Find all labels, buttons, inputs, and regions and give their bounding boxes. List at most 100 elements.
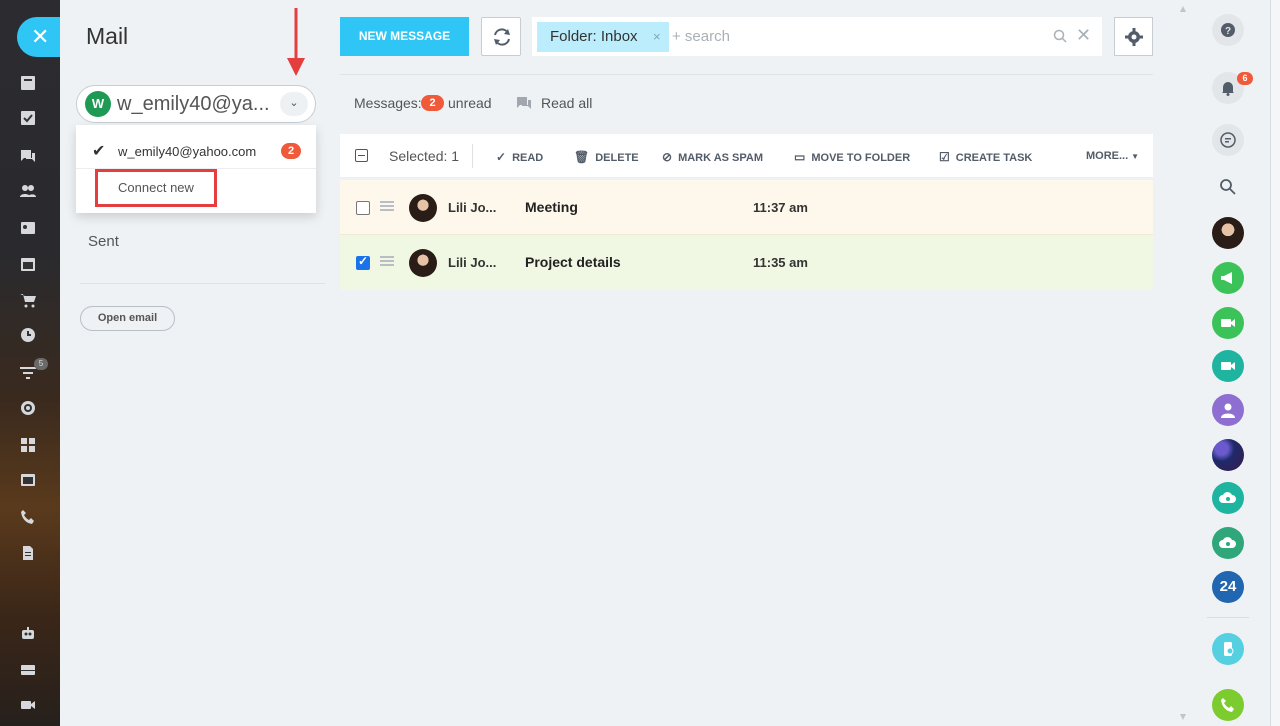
refresh-icon (494, 28, 510, 46)
users-icon[interactable] (20, 183, 36, 199)
messenger-icon[interactable] (1212, 124, 1244, 156)
video-conference-icon[interactable] (1212, 350, 1244, 382)
phone-icon[interactable] (20, 509, 36, 525)
move-to-folder-action[interactable]: ▭ MOVE TO FOLDER (794, 150, 910, 164)
deselect-all-checkbox[interactable] (355, 149, 368, 162)
group-avatar[interactable] (1212, 439, 1244, 471)
block-icon: ⊘ (662, 150, 673, 164)
action-bar: Selected: 1 ✓ READ 🗑 DELETE ⊘ MARK AS SPAM … (340, 134, 1153, 178)
row-checkbox[interactable] (356, 201, 370, 215)
filter-badge: 5 (34, 358, 48, 370)
sync-button[interactable] (481, 17, 521, 56)
video-call-icon[interactable] (1212, 307, 1244, 339)
notification-badge: 6 (1237, 72, 1253, 85)
caret-down-icon: ▼ (1131, 152, 1140, 161)
divider (340, 74, 1153, 75)
account-selector[interactable]: W w_emily40@ya... ⌄ (76, 85, 316, 123)
clear-search-icon[interactable]: ✕ (1076, 25, 1091, 46)
svg-text:?: ? (1225, 26, 1231, 37)
unread-badge: 2 (281, 143, 301, 159)
robot-icon[interactable] (20, 625, 36, 641)
calendar-icon[interactable] (20, 256, 36, 272)
account-avatar: W (85, 91, 111, 117)
target-icon[interactable] (20, 400, 36, 416)
sender-avatar (409, 194, 437, 222)
account-option-email: w_emily40@yahoo.com (118, 144, 257, 159)
document-icon[interactable] (20, 545, 36, 561)
unread-count-badge[interactable]: 2 (421, 95, 444, 111)
profile-icon[interactable] (1212, 394, 1244, 426)
folder-filter-tag[interactable]: Folder: Inbox × (537, 22, 669, 52)
delete-action-label: DELETE (595, 152, 639, 164)
checkmark-icon: ✓ (496, 150, 507, 164)
inbox-icon[interactable] (20, 662, 36, 678)
trash-icon: 🗑 (574, 150, 590, 164)
mobile-app-icon[interactable] (1212, 633, 1244, 665)
search-box[interactable]: Folder: Inbox × ✕ (532, 17, 1102, 56)
help-icon[interactable]: ? (1212, 14, 1244, 46)
account-option[interactable]: ✔ w_emily40@yahoo.com 2 (76, 125, 316, 169)
new-message-button[interactable]: NEW MESSAGE (340, 17, 469, 56)
settings-button[interactable] (1114, 17, 1153, 56)
create-task-label: CREATE TASK (955, 152, 1033, 164)
message-sender: Lili Jo... (448, 255, 497, 270)
feed-icon[interactable] (20, 75, 36, 91)
scrollbar[interactable] (1178, 0, 1188, 726)
mark-as-spam-action[interactable]: ⊘ MARK AS SPAM (662, 150, 763, 164)
clock-icon[interactable] (20, 327, 36, 343)
mark-as-spam-label: MARK AS SPAM (678, 152, 764, 164)
phone-icon[interactable] (1212, 689, 1244, 721)
drag-handle-icon[interactable] (380, 201, 394, 211)
tasks-icon[interactable] (20, 110, 36, 126)
filter-icon[interactable] (20, 365, 36, 381)
search-icon[interactable] (1212, 171, 1244, 203)
close-icon[interactable]: ✕ (17, 17, 60, 57)
cloud-icon[interactable] (1212, 527, 1244, 559)
megaphone-icon[interactable] (1212, 262, 1244, 294)
sender-avatar (409, 249, 437, 277)
search-icon[interactable] (1053, 29, 1067, 43)
left-sidebar: ✕ 5 (0, 0, 60, 726)
divider (472, 144, 473, 168)
connect-new-button[interactable]: Connect new (95, 169, 217, 207)
window-edge (1270, 0, 1280, 726)
more-action[interactable]: MORE... ▼ (1086, 150, 1139, 162)
folder-sent[interactable]: Sent (88, 233, 119, 250)
page-title: Mail (86, 23, 129, 49)
gear-icon (1125, 28, 1143, 46)
message-row[interactable]: Lili Jo... Project details 11:35 am (340, 235, 1153, 290)
messages-label: Messages: (354, 95, 422, 111)
user-avatar[interactable] (1212, 217, 1244, 249)
message-row[interactable]: Lili Jo... Meeting 11:37 am (340, 180, 1153, 235)
cart-icon[interactable] (20, 292, 36, 308)
bitrix24-icon[interactable]: 24 (1212, 571, 1244, 603)
move-to-folder-label: MOVE TO FOLDER (811, 152, 911, 164)
remove-filter-icon[interactable]: × (653, 29, 661, 44)
contacts-icon[interactable] (20, 220, 36, 236)
message-subject[interactable]: Meeting (525, 199, 578, 215)
video-icon[interactable] (20, 697, 36, 713)
account-name: w_emily40@ya... (117, 93, 270, 115)
chat-icon[interactable] (20, 148, 36, 164)
read-action-label: READ (512, 152, 544, 164)
sites-icon[interactable] (20, 472, 36, 488)
delete-action[interactable]: 🗑 DELETE (574, 150, 639, 164)
row-checkbox[interactable] (356, 254, 370, 270)
drag-handle-icon[interactable] (380, 256, 394, 266)
create-task-action[interactable]: ☑ CREATE TASK (939, 150, 1032, 164)
search-input[interactable] (672, 24, 1012, 48)
message-time: 11:35 am (753, 255, 808, 270)
read-action[interactable]: ✓ READ (496, 150, 543, 164)
open-email-button[interactable]: Open email (80, 306, 175, 331)
unread-label[interactable]: unread (448, 95, 492, 111)
read-all-icon[interactable] (516, 95, 532, 111)
message-subject[interactable]: Project details (525, 254, 621, 270)
task-check-icon: ☑ (939, 150, 950, 164)
folder-filter-label: Folder: Inbox (550, 28, 638, 45)
chevron-down-icon[interactable]: ⌄ (280, 92, 308, 116)
cloud-icon[interactable] (1212, 482, 1244, 514)
apps-icon[interactable] (20, 437, 36, 453)
read-all-button[interactable]: Read all (541, 95, 592, 111)
folder-icon: ▭ (794, 150, 806, 164)
message-time: 11:37 am (753, 200, 808, 215)
